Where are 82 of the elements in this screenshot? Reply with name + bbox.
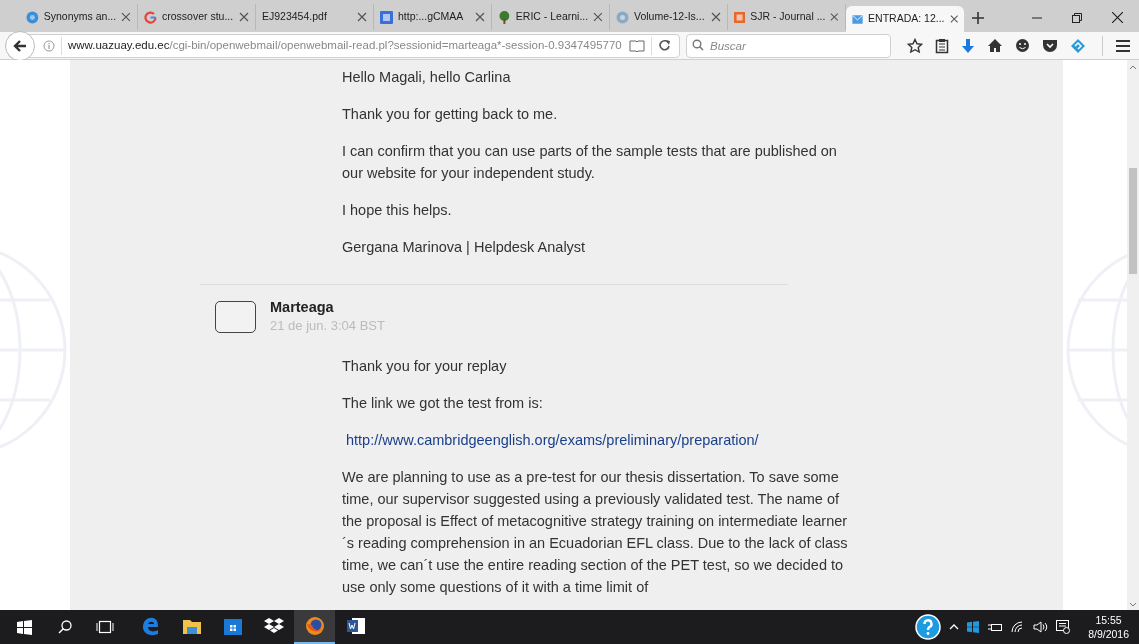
back-arrow-icon [13,38,27,53]
browser-tab[interactable]: EJ923454.pdf [256,4,374,30]
tab-title: ENTRADA: 12... [868,11,945,27]
menu-icon[interactable] [1115,38,1131,53]
clock-date[interactable]: 8/9/2016 [1088,627,1129,641]
address-bar[interactable]: www.uazuay.edu.ec/cgi-bin/openwebmail/openwebmail-read.pl?sessionid=marteaga*-session-0.9347495770 [8,33,680,58]
tab-title: ERIC - Learni... [515,9,589,25]
dropbox-icon [263,617,284,635]
reader-view-icon[interactable] [629,38,645,53]
message-paragraph: Gergana Marinova | Helpdesk Analyst [342,238,587,257]
browser-tab[interactable]: Volume-12-Is... [610,4,728,30]
mail-icon [852,12,864,26]
url-text[interactable]: www.uazuay.edu.ec/cgi-bin/openwebmail/openwebmail-read.pl?sessionid=marteaga*-session-0.9347495770 [68,36,629,55]
browser-tab[interactable]: http:...gCMAA [374,4,492,30]
close-window-icon[interactable] [1112,12,1123,23]
avatar [215,301,256,333]
notification-icon[interactable] [1056,620,1071,634]
sender-name: Marteaga [270,298,335,317]
star-icon[interactable] [907,37,923,54]
tab-title: crossover stu... [162,9,234,25]
help-icon[interactable] [915,614,942,640]
square-logo-icon [380,10,393,24]
windows-logo-icon[interactable] [967,621,980,633]
close-icon[interactable] [357,12,367,22]
message-paragraph: The link we got the test from is: [342,394,544,413]
folder-icon [181,617,202,635]
browser-tab[interactable]: crossover stu... [138,4,256,30]
reload-icon[interactable] [658,39,671,52]
tab-title: EJ923454.pdf [262,9,328,25]
document-w-icon [345,616,366,636]
chevron-up-icon[interactable] [949,624,960,630]
tab-title: SJR - Journal ... [750,9,826,25]
tab-title: http:...gCMAA [398,9,465,25]
scrollbar[interactable] [1127,60,1139,610]
message-paragraph: We are planning to use as a pre-test for our thesis dissertation. To save some time, our supervisor suggested using a previously validated test. The name of the proposal is Effect of metacognitive strategy training on intermediate learner´s reading comprehension in an Ecuadorian EFL class. Due to the lack of class time, we can´t use the entire reading section of the PET test, so we decided to use only some questions of it with a time limit of [342,468,849,597]
g-icon [144,10,157,24]
message-paragraph: I can confirm that you can use parts of the sample tests that are published on our website for your independent study. [342,142,838,183]
globe-icon [616,10,629,24]
speaker-icon[interactable] [1033,621,1049,633]
e-logo-icon [140,616,161,636]
browser-tab[interactable]: ENTRADA: 12... [846,6,964,32]
pocket-icon[interactable] [1042,38,1058,53]
link[interactable]: http://www.cambridgeenglish.org/exams/preliminary/preparation/ [346,429,759,451]
browser-tab[interactable]: ERIC - Learni... [492,4,610,30]
search-icon[interactable] [58,620,72,634]
task-view-icon[interactable] [96,620,114,634]
clipboard-icon[interactable] [935,37,949,54]
smiley-icon[interactable] [1015,38,1030,53]
swirl-icon[interactable] [1070,37,1086,54]
back-button[interactable] [5,30,35,61]
search-field[interactable]: Buscar [686,34,891,58]
new-tab-icon[interactable] [972,12,984,24]
shopping-bag-icon [222,616,243,636]
scrollbar-thumb[interactable] [1129,168,1137,274]
restore-icon[interactable] [1072,12,1082,23]
tree-icon [498,10,511,24]
browser-tab[interactable]: SJR - Journal ... [728,4,846,30]
close-icon[interactable] [239,12,249,22]
globe-icon [26,10,39,24]
message-paragraph: Hello Magali, hello Carlina [342,68,512,87]
scroll-up-icon[interactable] [1129,64,1137,70]
scroll-down-icon[interactable] [1129,602,1137,608]
close-icon[interactable] [711,12,721,22]
search-icon [692,39,704,51]
tab-title: Volume-12-Is... [634,9,706,25]
battery-plug-icon[interactable] [987,621,1004,633]
clock-time[interactable]: 15:55 [1095,613,1122,627]
message-paragraph: I hope this helps. [342,201,453,220]
tab-title: Synonyms an... [43,9,117,25]
message-paragraph: Thank you for your replay [342,357,508,376]
browser-tab[interactable]: Synonyms an... [20,4,138,30]
message-paragraph: Thank you for getting back to me. [342,105,559,124]
home-icon[interactable] [987,38,1003,53]
close-icon[interactable] [949,14,958,24]
close-icon[interactable] [830,12,839,22]
download-icon[interactable] [961,37,975,54]
close-icon[interactable] [593,12,603,22]
close-icon[interactable] [475,12,485,22]
start-icon[interactable] [17,619,32,635]
square-logo-icon [734,10,746,24]
close-icon[interactable] [121,12,131,22]
fox-globe-icon [304,616,325,636]
